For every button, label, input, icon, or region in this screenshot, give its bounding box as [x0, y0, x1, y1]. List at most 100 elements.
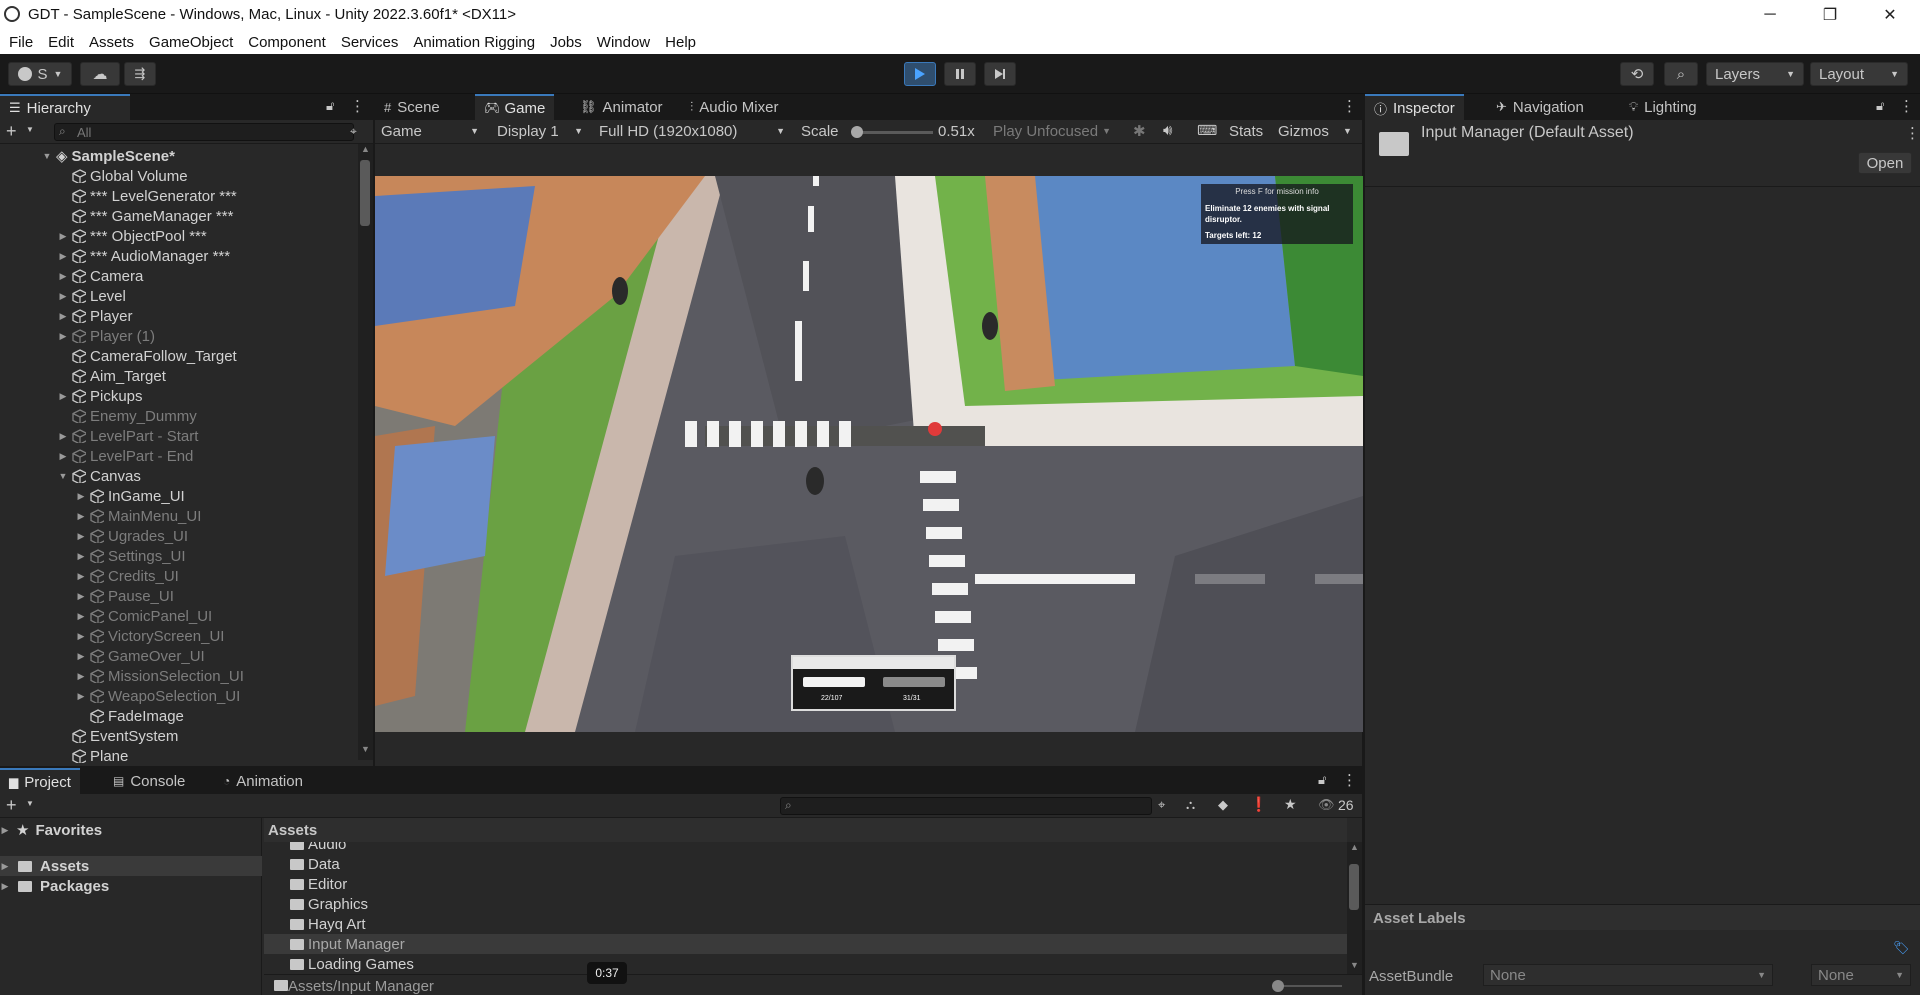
hierarchy-item[interactable]: Aim_Target: [0, 366, 358, 386]
tab-scene[interactable]: # Scene: [375, 94, 449, 120]
hierarchy-scrollbar[interactable]: ▲ ▼: [358, 144, 373, 760]
tab-game[interactable]: 🎮︎ Game: [475, 94, 555, 120]
hierarchy-item[interactable]: ▶ WeapoSelection_UI: [0, 686, 358, 706]
expand-arrow-icon[interactable]: ▶: [58, 391, 68, 402]
filter-label-icon[interactable]: ◆: [1218, 797, 1228, 813]
hierarchy-item[interactable]: ▶ Level: [0, 286, 358, 306]
folder-list-item[interactable]: Graphics: [264, 894, 1347, 914]
add-icon[interactable]: +: [6, 121, 17, 142]
expand-arrow-icon[interactable]: ▶: [76, 691, 86, 702]
tab-navigation[interactable]: ✈ Navigation: [1487, 94, 1593, 120]
variant-dropdown[interactable]: None ▼: [1811, 964, 1911, 986]
expand-arrow-icon[interactable]: ▶: [0, 881, 10, 892]
project-scrollbar[interactable]: ▲ ▼: [1347, 842, 1362, 976]
tag-icon[interactable]: 🏷︎: [1893, 940, 1910, 956]
hierarchy-item[interactable]: ▶ GameOver_UI: [0, 646, 358, 666]
scroll-down-icon[interactable]: ▼: [361, 744, 370, 754]
hierarchy-item[interactable]: ▶ Player: [0, 306, 358, 326]
minimize-icon[interactable]: ─: [1740, 0, 1800, 30]
scroll-down-icon[interactable]: ▼: [1350, 960, 1359, 970]
expand-arrow-icon[interactable]: ▶: [58, 331, 68, 342]
hierarchy-item[interactable]: ▶ LevelPart - Start: [0, 426, 358, 446]
history-button[interactable]: ⟲: [1620, 62, 1654, 86]
hierarchy-item[interactable]: ▶ Credits_UI: [0, 566, 358, 586]
hierarchy-item[interactable]: ▶ InGame_UI: [0, 486, 358, 506]
add-icon[interactable]: +: [6, 795, 17, 816]
icon-size-slider[interactable]: [1272, 980, 1342, 992]
project-scroll-thumb[interactable]: [1349, 864, 1359, 910]
folder-list-item[interactable]: Hayq Art: [264, 914, 1347, 934]
hierarchy-item[interactable]: ▶ *** ObjectPool ***: [0, 226, 358, 246]
tab-audio-mixer[interactable]: ⫶ Audio Mixer: [681, 94, 787, 120]
more-options-icon[interactable]: ⋮: [350, 97, 365, 115]
assets-tree-item[interactable]: ▶ Assets: [0, 856, 262, 876]
hierarchy-item[interactable]: ▶ Camera: [0, 266, 358, 286]
scale-slider[interactable]: [851, 126, 933, 138]
expand-arrow-icon[interactable]: ▶: [76, 591, 86, 602]
scene-root[interactable]: ▼ ◈ SampleScene*: [0, 146, 358, 166]
menu-edit[interactable]: Edit: [48, 34, 74, 51]
account-dropdown[interactable]: S ▼: [8, 62, 72, 86]
hierarchy-item[interactable]: ▶ *** AudioManager ***: [0, 246, 358, 266]
expand-arrow-icon[interactable]: ▶: [76, 551, 86, 562]
hierarchy-item[interactable]: ▶ Pickups: [0, 386, 358, 406]
folder-list-item[interactable]: Editor: [264, 874, 1347, 894]
expand-arrow-icon[interactable]: ▶: [58, 431, 68, 442]
hierarchy-item[interactable]: ▼ Canvas: [0, 466, 358, 486]
chevron-down-icon[interactable]: ▼: [1343, 126, 1352, 136]
bug-icon[interactable]: ✱: [1133, 122, 1146, 140]
folder-list-item[interactable]: Data: [264, 854, 1347, 874]
restore-icon[interactable]: ❐: [1800, 0, 1860, 30]
chevron-down-icon[interactable]: ▼: [26, 799, 34, 808]
collab-button[interactable]: ⇶: [124, 62, 156, 86]
hierarchy-item[interactable]: ▶ Settings_UI: [0, 546, 358, 566]
open-button[interactable]: Open: [1858, 152, 1912, 174]
play-mode-dropdown[interactable]: Play Unfocused ▼: [987, 120, 1117, 142]
hierarchy-item[interactable]: ▶ Ugrades_UI: [0, 526, 358, 546]
filter-type-icon[interactable]: ⛬: [1186, 797, 1195, 813]
more-options-icon[interactable]: ⋮: [1342, 97, 1357, 115]
cloud-button[interactable]: ☁: [80, 62, 120, 86]
step-button[interactable]: [984, 62, 1016, 86]
expand-arrow-icon[interactable]: ▶: [58, 271, 68, 282]
expand-arrow-icon[interactable]: ▶: [76, 671, 86, 682]
display-dropdown[interactable]: Display 1 ▼: [491, 120, 589, 142]
hidden-packages-icon[interactable]: 👁︎: [1318, 797, 1335, 813]
expand-arrow-icon[interactable]: ▶: [58, 311, 68, 322]
menu-gameobject[interactable]: GameObject: [149, 34, 233, 51]
expand-arrow-icon[interactable]: ▶: [76, 651, 86, 662]
project-search-input[interactable]: ⌕: [780, 797, 1152, 815]
scroll-up-icon[interactable]: ▲: [1350, 842, 1359, 852]
hierarchy-item[interactable]: Global Volume: [0, 166, 358, 186]
hierarchy-scroll-thumb[interactable]: [360, 160, 370, 226]
hierarchy-item[interactable]: ▶ LevelPart - End: [0, 446, 358, 466]
menu-help[interactable]: Help: [665, 34, 696, 51]
menu-services[interactable]: Services: [341, 34, 399, 51]
expand-arrow-icon[interactable]: ▼: [58, 471, 68, 481]
audio-icon[interactable]: 🔊︎: [1163, 122, 1172, 139]
game-viewport[interactable]: Press F for mission info Eliminate 12 en…: [375, 176, 1363, 732]
hierarchy-search-input[interactable]: ⌕ All: [54, 123, 354, 141]
stats-button[interactable]: Stats: [1229, 123, 1263, 140]
search-scope-icon[interactable]: ⌖: [1158, 797, 1165, 813]
icon-size-slider-handle[interactable]: [1272, 980, 1284, 992]
play-button[interactable]: [904, 62, 936, 86]
warning-filter-icon[interactable]: ❗: [1250, 796, 1267, 813]
hierarchy-item[interactable]: ▶ MainMenu_UI: [0, 506, 358, 526]
scale-slider-handle[interactable]: [851, 126, 863, 138]
hierarchy-item[interactable]: ▶ ComicPanel_UI: [0, 606, 358, 626]
hierarchy-item[interactable]: FadeImage: [0, 706, 358, 726]
scroll-up-icon[interactable]: ▲: [361, 144, 370, 154]
hierarchy-item[interactable]: CameraFollow_Target: [0, 346, 358, 366]
pause-button[interactable]: [944, 62, 976, 86]
expand-arrow-icon[interactable]: ▼: [42, 151, 52, 161]
assetbundle-dropdown[interactable]: None ▼: [1483, 964, 1773, 986]
menu-animation-rigging[interactable]: Animation Rigging: [413, 34, 535, 51]
hierarchy-item[interactable]: ▶ Pause_UI: [0, 586, 358, 606]
more-options-icon[interactable]: ⋮: [1342, 771, 1357, 789]
hierarchy-item[interactable]: ▶ Player (1): [0, 326, 358, 346]
keyboard-icon[interactable]: ⌨: [1197, 122, 1217, 139]
hierarchy-item[interactable]: ▶ VictoryScreen_UI: [0, 626, 358, 646]
expand-arrow-icon[interactable]: ▶: [58, 251, 68, 262]
expand-arrow-icon[interactable]: ▶: [76, 611, 86, 622]
